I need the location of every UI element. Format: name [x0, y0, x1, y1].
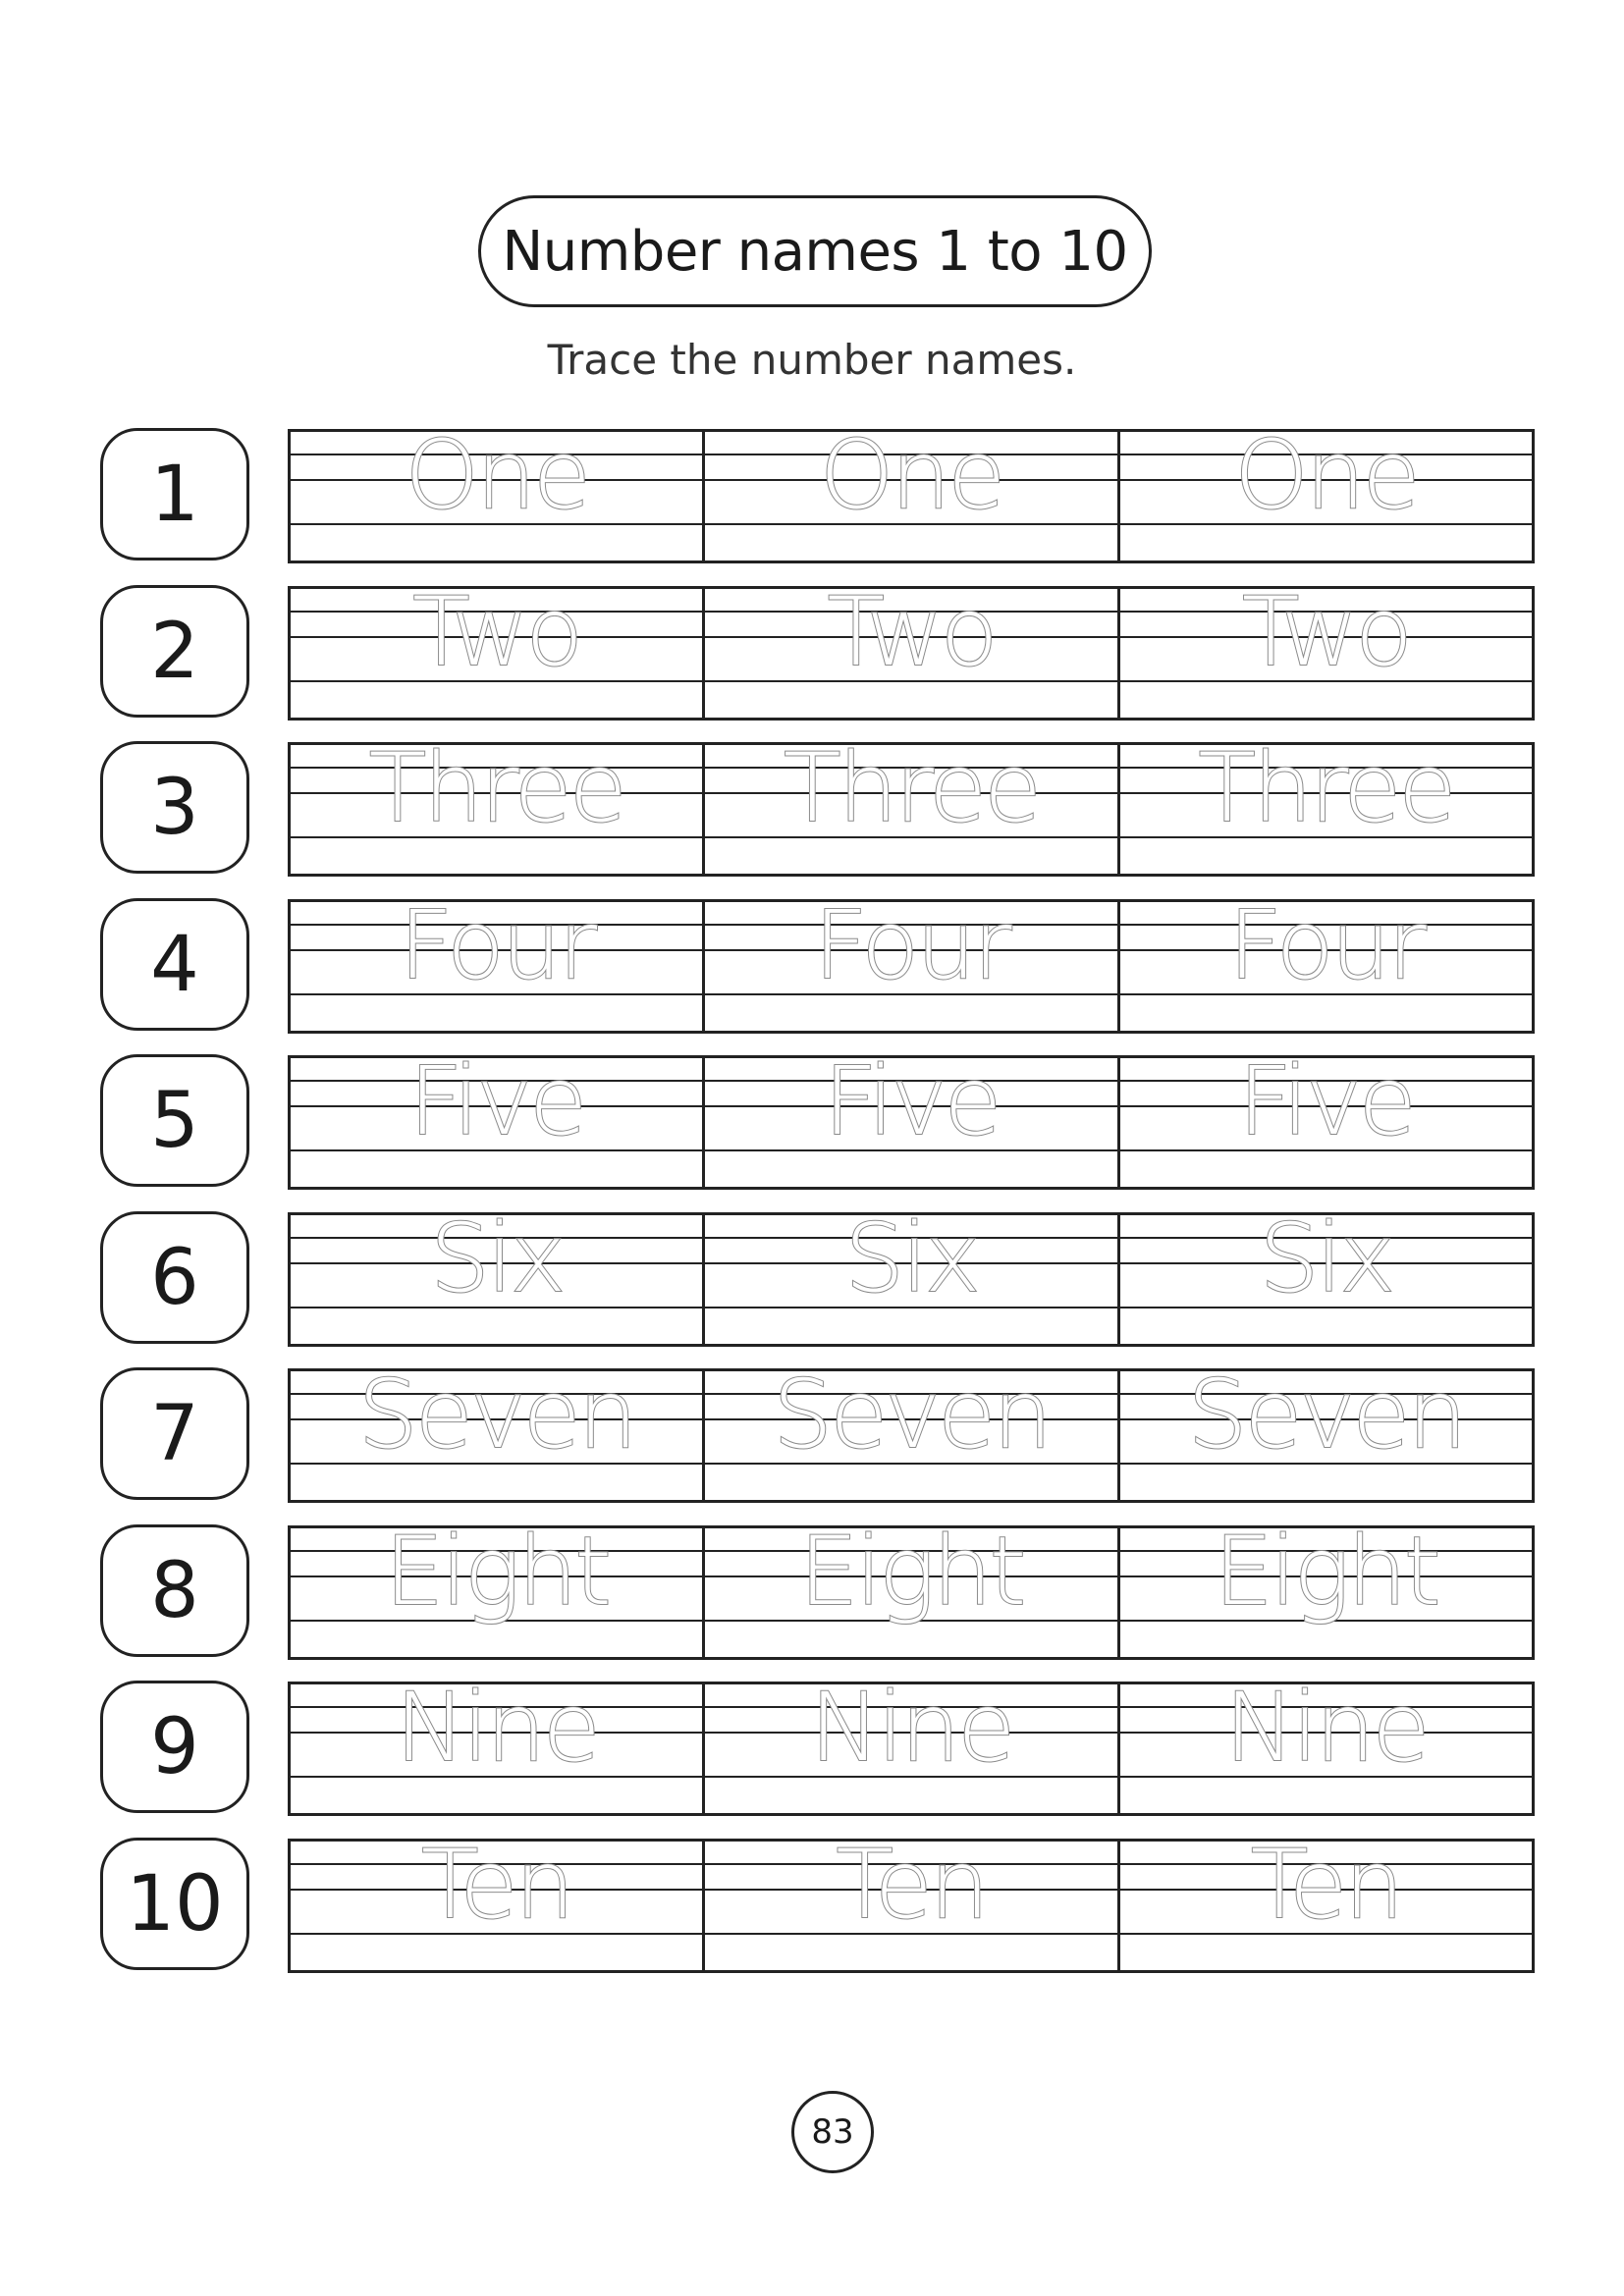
- numeral-box: 9: [100, 1681, 249, 1813]
- trace-row: Ten Ten Ten: [288, 1839, 1535, 1973]
- trace-cell[interactable]: Seven: [1119, 1371, 1532, 1500]
- numeral-box: 1: [100, 428, 249, 561]
- trace-word: One: [819, 432, 1006, 531]
- numeral-box: 8: [100, 1524, 249, 1657]
- trace-row: Nine Nine Nine: [288, 1682, 1535, 1816]
- trace-cell[interactable]: Two: [1119, 589, 1532, 718]
- trace-cell[interactable]: Seven: [291, 1371, 706, 1500]
- numeral: 6: [150, 1233, 199, 1322]
- trace-word: Five: [1237, 1058, 1418, 1157]
- trace-cell[interactable]: Ten: [1119, 1842, 1532, 1970]
- trace-cell[interactable]: Seven: [705, 1371, 1120, 1500]
- trace-word: Five: [407, 1058, 588, 1157]
- trace-word: Two: [411, 589, 584, 688]
- trace-word: Nine: [809, 1684, 1016, 1784]
- trace-cell[interactable]: Three: [291, 745, 706, 874]
- numeral: 8: [150, 1546, 199, 1635]
- numeral: 4: [150, 920, 199, 1009]
- trace-word: Four: [813, 902, 1013, 1001]
- trace-cell[interactable]: Eight: [291, 1528, 706, 1657]
- trace-cell[interactable]: Six: [291, 1215, 706, 1344]
- trace-word: Seven: [357, 1371, 639, 1470]
- trace-cell[interactable]: Eight: [705, 1528, 1120, 1657]
- trace-word: Nine: [394, 1684, 601, 1784]
- numeral-box: 3: [100, 741, 249, 874]
- trace-cell[interactable]: Ten: [291, 1842, 706, 1970]
- trace-word: Nine: [1223, 1684, 1431, 1784]
- trace-word: Two: [826, 589, 999, 688]
- numeral-box: 2: [100, 585, 249, 718]
- trace-word: Ten: [835, 1842, 990, 1941]
- numeral: 1: [150, 450, 199, 539]
- tracing-rows: 1 One One One 2 Two Two Two 3 Three Three Three 4 Fou…: [0, 0, 1624, 2296]
- trace-cell[interactable]: Five: [291, 1058, 706, 1187]
- trace-row: Five Five Five: [288, 1055, 1535, 1190]
- numeral: 3: [150, 763, 199, 852]
- trace-cell[interactable]: Two: [291, 589, 706, 718]
- trace-cell[interactable]: Eight: [1119, 1528, 1532, 1657]
- trace-word: Six: [1259, 1215, 1396, 1314]
- trace-word: Six: [429, 1215, 567, 1314]
- trace-cell[interactable]: One: [1119, 432, 1532, 561]
- trace-row: Six Six Six: [288, 1212, 1535, 1347]
- trace-cell[interactable]: Five: [705, 1058, 1120, 1187]
- trace-cell[interactable]: Two: [705, 589, 1120, 718]
- trace-cell[interactable]: One: [705, 432, 1120, 561]
- trace-word: One: [404, 432, 591, 531]
- numeral: 5: [150, 1076, 199, 1165]
- trace-word: Ten: [1250, 1842, 1405, 1941]
- trace-row: Seven Seven Seven: [288, 1368, 1535, 1503]
- numeral: 2: [150, 607, 199, 696]
- numeral: 9: [150, 1702, 199, 1791]
- trace-word: Three: [1197, 745, 1457, 844]
- trace-word: Ten: [420, 1842, 575, 1941]
- trace-cell[interactable]: Five: [1119, 1058, 1532, 1187]
- trace-word: Four: [398, 902, 598, 1001]
- trace-cell[interactable]: Ten: [705, 1842, 1120, 1970]
- trace-word: Five: [823, 1058, 1003, 1157]
- trace-word: Eight: [1213, 1528, 1441, 1628]
- trace-cell[interactable]: One: [291, 432, 706, 561]
- trace-word: Eight: [383, 1528, 612, 1628]
- numeral-box: 10: [100, 1838, 249, 1970]
- numeral-box: 7: [100, 1367, 249, 1500]
- trace-word: Eight: [798, 1528, 1027, 1628]
- trace-cell[interactable]: Six: [1119, 1215, 1532, 1344]
- trace-cell[interactable]: Four: [1119, 902, 1532, 1031]
- trace-cell[interactable]: Four: [705, 902, 1120, 1031]
- trace-row: Four Four Four: [288, 899, 1535, 1034]
- trace-row: Eight Eight Eight: [288, 1525, 1535, 1660]
- numeral-box: 6: [100, 1211, 249, 1344]
- numeral-box: 5: [100, 1054, 249, 1187]
- numeral-box: 4: [100, 898, 249, 1031]
- trace-word: Two: [1241, 589, 1414, 688]
- trace-word: Three: [783, 745, 1043, 844]
- trace-word: One: [1233, 432, 1421, 531]
- trace-row: Three Three Three: [288, 742, 1535, 877]
- trace-cell[interactable]: Nine: [291, 1684, 706, 1813]
- trace-word: Three: [368, 745, 628, 844]
- trace-cell[interactable]: Six: [705, 1215, 1120, 1344]
- trace-word: Four: [1227, 902, 1428, 1001]
- trace-cell[interactable]: Four: [291, 902, 706, 1031]
- numeral: 10: [126, 1859, 224, 1949]
- trace-row: Two Two Two: [288, 586, 1535, 721]
- trace-cell[interactable]: Three: [1119, 745, 1532, 874]
- page-number-badge: 83: [791, 2091, 874, 2173]
- trace-cell[interactable]: Three: [705, 745, 1120, 874]
- page-number: 83: [811, 2112, 854, 2152]
- numeral: 7: [150, 1389, 199, 1478]
- trace-word: Six: [843, 1215, 981, 1314]
- trace-cell[interactable]: Nine: [1119, 1684, 1532, 1813]
- trace-word: Seven: [772, 1371, 1054, 1470]
- trace-word: Seven: [1186, 1371, 1468, 1470]
- trace-cell[interactable]: Nine: [705, 1684, 1120, 1813]
- trace-row: One One One: [288, 429, 1535, 563]
